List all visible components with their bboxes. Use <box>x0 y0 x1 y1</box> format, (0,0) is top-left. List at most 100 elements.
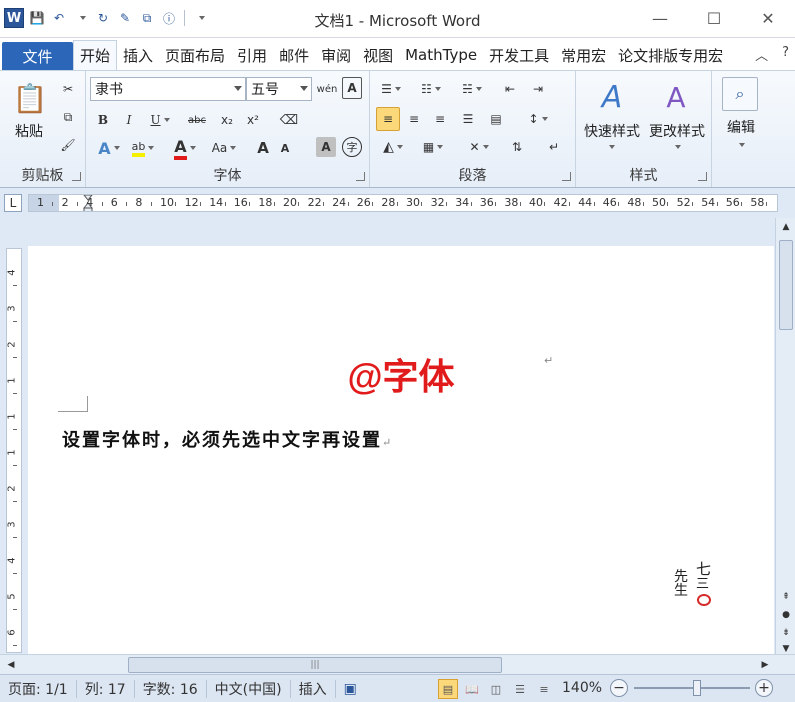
decrease-indent-icon[interactable]: ⇤ <box>500 79 520 99</box>
change-case-button[interactable]: Aa <box>210 137 238 159</box>
find-binoculars-icon[interactable]: ⌕ <box>722 77 758 111</box>
horizontal-ruler[interactable]: 1 2 4 6 8 10 12 14 16 18 20 22 24 26 28 30 32 34 36 38 40 42 4… <box>28 194 778 212</box>
font-size-combo[interactable]: 五号 <box>246 77 312 101</box>
cut-icon[interactable]: ✂ <box>58 79 78 99</box>
scroll-up-icon[interactable]: ▲ <box>779 220 793 234</box>
status-word-count[interactable]: 字数: 16 <box>135 679 207 698</box>
print-layout-view-icon[interactable]: ▤ <box>438 679 458 699</box>
tab-selector[interactable]: L <box>4 194 22 212</box>
scroll-right-icon[interactable]: ▶ <box>758 658 772 672</box>
quick-styles-dropdown-icon[interactable] <box>602 141 618 153</box>
text-effects-icon[interactable]: A <box>94 137 124 159</box>
underline-button[interactable]: U <box>146 109 174 131</box>
quick-styles-button[interactable]: 快速样式 <box>578 121 646 141</box>
document-page[interactable]: @字体 ↵ 设置字体时，必须先选中文字再设置↵ 七 三 先 生 <box>28 246 774 656</box>
macro-record-icon[interactable]: ▣ <box>336 680 365 698</box>
asian-layout-icon[interactable]: ✕ <box>462 137 496 157</box>
char-shading-icon[interactable]: A <box>316 137 336 157</box>
draft-view-icon[interactable]: ≡ <box>534 679 554 699</box>
select-browse-object-icon[interactable]: ● <box>779 608 793 622</box>
strikethrough-button[interactable]: abc <box>184 109 210 131</box>
zoom-in-icon[interactable]: + <box>755 679 773 697</box>
align-right-button[interactable]: ≡ <box>430 109 450 129</box>
bold-button[interactable]: B <box>94 109 112 131</box>
tab-review[interactable]: 审阅 <box>315 40 357 70</box>
styles-launcher-icon[interactable] <box>698 172 707 181</box>
change-styles-button[interactable]: 更改样式 <box>644 121 710 141</box>
status-language[interactable]: 中文(中国) <box>207 679 291 698</box>
italic-button[interactable]: I <box>120 109 138 131</box>
full-screen-reading-icon[interactable]: 📖 <box>462 679 482 699</box>
close-button[interactable]: ✕ <box>741 0 795 36</box>
status-column[interactable]: 列: 17 <box>77 679 135 698</box>
zoom-slider-track[interactable] <box>634 687 750 689</box>
editing-dropdown-icon[interactable] <box>732 139 748 151</box>
borders-icon[interactable]: ▦ <box>416 137 450 157</box>
align-left-button[interactable]: ≡ <box>376 107 400 131</box>
tab-view[interactable]: 视图 <box>357 40 399 70</box>
horizontal-scroll-thumb[interactable]: ||| <box>128 657 502 673</box>
justify-button[interactable]: ☰ <box>458 109 478 129</box>
tab-mathtype[interactable]: MathType <box>399 40 483 70</box>
highlight-icon[interactable]: ab <box>128 137 158 159</box>
zoom-out-icon[interactable]: − <box>610 679 628 697</box>
bullets-icon[interactable]: ☰ <box>376 79 406 99</box>
clipboard-launcher-icon[interactable] <box>72 172 81 181</box>
paste-button[interactable]: 粘贴 <box>6 121 52 141</box>
increase-indent-icon[interactable]: ⇥ <box>528 79 548 99</box>
zoom-level[interactable]: 140% <box>562 680 602 696</box>
quick-styles-icon[interactable]: A <box>594 77 630 117</box>
status-page[interactable]: 页面: 1/1 <box>0 679 77 698</box>
tab-home[interactable]: 开始 <box>73 40 118 70</box>
shrink-font-icon[interactable]: A <box>276 137 294 159</box>
tab-references[interactable]: 引用 <box>231 40 273 70</box>
vertical-scrollbar[interactable]: ▲ ⇞ ● ⇟ ▼ <box>775 218 795 654</box>
collapse-ribbon-icon[interactable]: ︿ <box>755 45 768 64</box>
tab-common-macros[interactable]: 常用宏 <box>555 40 612 70</box>
previous-page-icon[interactable]: ⇞ <box>779 590 793 604</box>
editing-button[interactable]: 编辑 <box>716 117 766 137</box>
document-heading[interactable]: @字体 <box>28 348 774 400</box>
shading-icon[interactable]: ◭ <box>376 137 410 157</box>
font-color-icon[interactable]: A <box>170 137 200 160</box>
horizontal-scrollbar[interactable]: ◀ ||| ▶ <box>0 654 795 674</box>
phonetic-guide-icon[interactable]: wén <box>316 77 338 101</box>
change-styles-icon[interactable]: A <box>658 77 694 117</box>
char-border-top-icon[interactable]: A <box>342 77 362 99</box>
enclose-char-icon[interactable]: 字 <box>342 137 362 157</box>
outline-view-icon[interactable]: ☰ <box>510 679 530 699</box>
clear-formatting-icon[interactable]: ⌫ <box>278 109 300 131</box>
help-icon[interactable]: ? <box>782 45 789 64</box>
tab-page-layout[interactable]: 页面布局 <box>159 40 231 70</box>
font-name-combo[interactable]: 隶书 <box>90 77 246 101</box>
sort-icon[interactable]: ⇅ <box>506 137 528 157</box>
maximize-button[interactable]: ☐ <box>687 0 741 36</box>
numbering-icon[interactable]: ☷ <box>416 79 446 99</box>
change-styles-dropdown-icon[interactable] <box>668 141 684 153</box>
paste-icon[interactable]: 📋 <box>12 77 48 119</box>
web-layout-icon[interactable]: ◫ <box>486 679 506 699</box>
tab-developer[interactable]: 开发工具 <box>483 40 555 70</box>
next-page-icon[interactable]: ⇟ <box>779 626 793 640</box>
document-body-text[interactable]: 设置字体时，必须先选中文字再设置↵ <box>62 426 393 452</box>
paragraph-launcher-icon[interactable] <box>562 172 571 181</box>
tab-insert[interactable]: 插入 <box>117 40 159 70</box>
superscript-button[interactable]: x² <box>242 109 264 131</box>
copy-icon[interactable]: ⧉ <box>58 107 78 127</box>
vertical-scroll-thumb[interactable] <box>779 240 793 330</box>
grow-font-icon[interactable]: A <box>254 137 272 159</box>
status-insert-mode[interactable]: 插入 <box>291 679 336 698</box>
minimize-button[interactable]: — <box>633 0 687 36</box>
align-center-button[interactable]: ≡ <box>404 109 424 129</box>
tab-thesis-macros[interactable]: 论文排版专用宏 <box>612 40 729 70</box>
tab-file[interactable]: 文件 <box>2 42 73 70</box>
scroll-left-icon[interactable]: ◀ <box>4 658 18 672</box>
font-launcher-icon[interactable] <box>356 172 365 181</box>
distributed-button[interactable]: ▤ <box>486 109 506 129</box>
subscript-button[interactable]: x₂ <box>216 109 238 131</box>
format-painter-icon[interactable]: 🖌 <box>58 135 78 155</box>
zoom-slider-thumb[interactable] <box>693 680 701 696</box>
vertical-ruler[interactable]: 4 3 2 1 1 1 2 3 4 5 6 <box>6 248 22 653</box>
line-spacing-icon[interactable]: ↕ <box>522 109 554 129</box>
show-marks-icon[interactable]: ↵ <box>544 137 564 157</box>
